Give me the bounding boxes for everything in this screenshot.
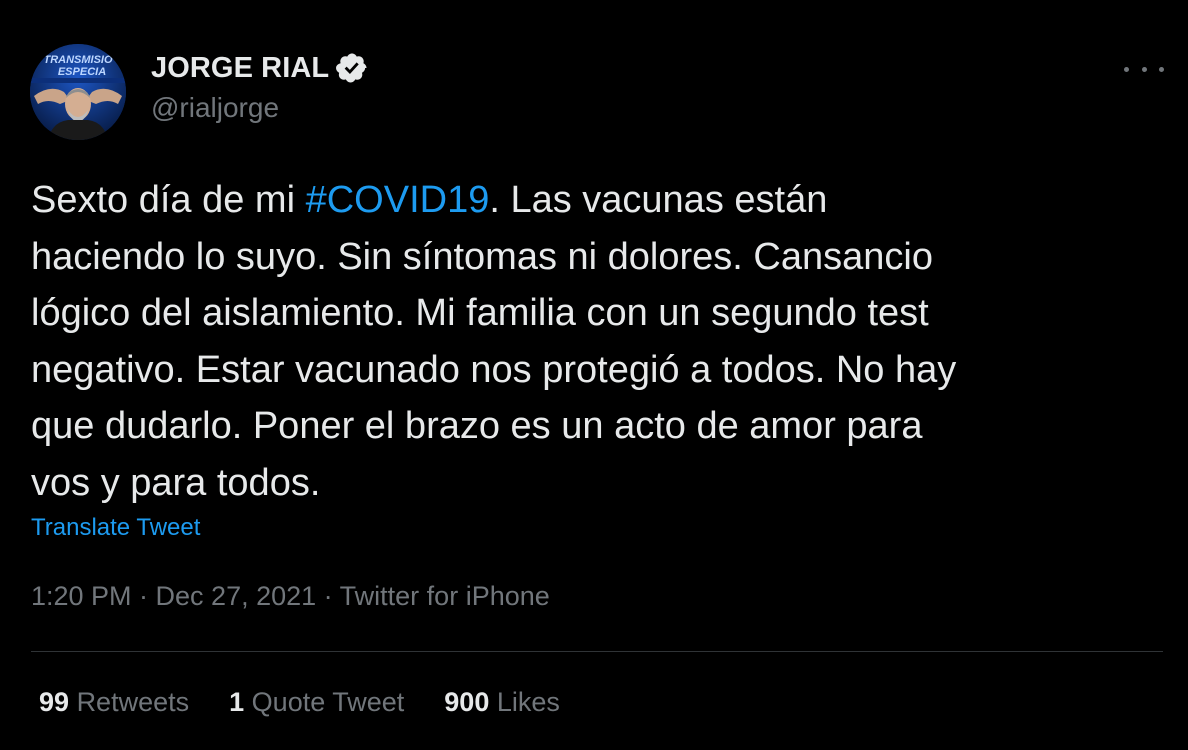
translate-tweet-link[interactable]: Translate Tweet xyxy=(31,514,200,542)
avatar[interactable]: TRANSMISIÓ ESPECIA xyxy=(30,44,126,140)
more-options-button[interactable] xyxy=(1124,56,1164,82)
tweet-text-line: Sexto día de mi #COVID19. Las vacunas es… xyxy=(31,172,1161,229)
tweet-text-line: lógico del aislamiento. Mi familia con u… xyxy=(31,292,929,334)
tweet-meta[interactable]: 1:20 PM · Dec 27, 2021 · Twitter for iPh… xyxy=(31,581,550,612)
avatar-banner-line2: ESPECIA xyxy=(58,66,106,78)
tweet-text-line: que dudarlo. Poner el brazo es un acto d… xyxy=(31,405,923,447)
likes-label: Likes xyxy=(496,687,560,717)
quote-tweets-stat[interactable]: 1 Quote Tweet xyxy=(229,687,404,718)
tweet-text: Sexto día de mi #COVID19. Las vacunas es… xyxy=(31,172,1161,511)
author-display-name[interactable]: JORGE RIAL xyxy=(151,52,329,85)
quotes-count: 1 xyxy=(229,687,245,717)
avatar-image: TRANSMISIÓ ESPECIA xyxy=(30,44,126,140)
retweets-stat[interactable]: 99 Retweets xyxy=(39,687,189,718)
tweet-text-line: negativo. Estar vacunado nos protegió a … xyxy=(31,348,957,391)
tweet-text-segment: Sexto día de mi xyxy=(31,179,306,221)
likes-stat[interactable]: 900 Likes xyxy=(444,687,560,718)
quotes-label: Quote Tweet xyxy=(251,687,405,717)
hashtag-link[interactable]: #COVID19 xyxy=(306,179,490,221)
author-name-row[interactable]: JORGE RIAL xyxy=(151,50,369,86)
more-dot xyxy=(1141,66,1147,72)
verified-badge-icon xyxy=(335,51,369,85)
retweets-count: 99 xyxy=(39,687,70,717)
likes-count: 900 xyxy=(444,687,490,717)
tweet-stats: 99 Retweets 1 Quote Tweet 900 Likes xyxy=(39,687,560,718)
tweet-text-segment: . Las vacunas están xyxy=(489,179,828,221)
tweet-text-line: vos y para todos. xyxy=(31,461,321,504)
tweet-text-line: haciendo lo suyo. Sin síntomas ni dolore… xyxy=(31,235,933,278)
divider xyxy=(31,651,1163,652)
avatar-banner-line1: TRANSMISIÓ xyxy=(43,53,113,66)
retweets-label: Retweets xyxy=(76,687,190,717)
more-dot xyxy=(1159,66,1164,72)
author-handle[interactable]: @rialjorge xyxy=(151,92,279,124)
more-horizontal-icon xyxy=(1124,66,1129,72)
